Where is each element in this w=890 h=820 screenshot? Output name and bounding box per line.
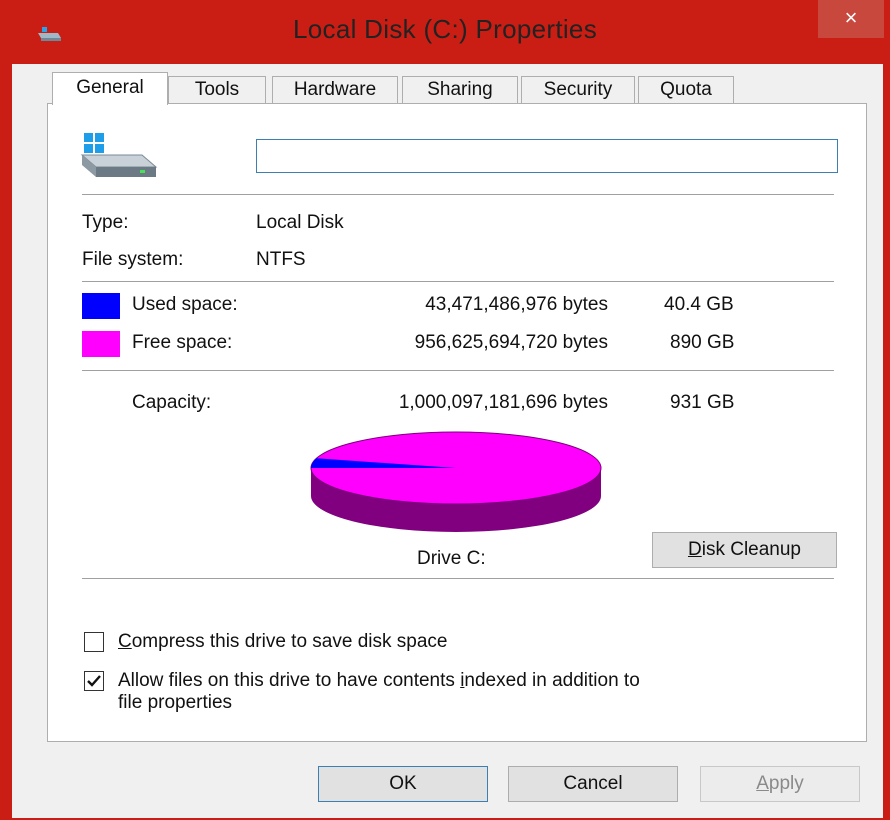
tab-security[interactable]: Security: [521, 76, 635, 104]
close-button[interactable]: ×: [818, 0, 884, 38]
compress-label[interactable]: Compress this drive to save disk space: [118, 631, 447, 653]
compress-checkbox[interactable]: [84, 632, 104, 652]
index-label-after: ndexed in addition to: [464, 670, 640, 691]
free-space-bytes: 956,625,694,720 bytes: [414, 332, 608, 353]
tab-quota[interactable]: Quota: [638, 76, 734, 104]
used-space-size: 40.4 GB: [664, 294, 734, 315]
used-space-swatch: [82, 293, 120, 319]
type-value: Local Disk: [256, 212, 344, 233]
file-system-label: File system:: [82, 249, 184, 270]
capacity-size: 931 GB: [670, 392, 735, 413]
separator: [82, 194, 834, 195]
free-space-label: Free space:: [132, 332, 233, 353]
apply-label: pply: [768, 773, 804, 794]
capacity-label: Capacity:: [132, 392, 212, 413]
drive-caption: Drive C:: [417, 548, 486, 569]
separator: [82, 578, 834, 579]
tab-general[interactable]: General: [52, 72, 168, 105]
checkmark-icon: [87, 675, 101, 687]
type-label: Type:: [82, 212, 129, 233]
compress-mnemonic: C: [118, 631, 132, 652]
tab-tools[interactable]: Tools: [168, 76, 266, 104]
disk-cleanup-button[interactable]: Disk Cleanup: [652, 532, 837, 568]
windows-drive-icon: [80, 131, 158, 188]
cancel-button[interactable]: Cancel: [508, 766, 678, 802]
title-bar[interactable]: Local Disk (C:) Properties ×: [0, 0, 890, 65]
compress-label-text: ompress this drive to save disk space: [131, 631, 448, 652]
volume-label-input[interactable]: [256, 139, 838, 173]
apply-mnemonic: A: [756, 773, 769, 794]
separator: [82, 370, 834, 371]
index-label-line2: file properties: [118, 692, 233, 713]
close-icon: ×: [844, 5, 858, 30]
tab-hardware[interactable]: Hardware: [272, 76, 398, 104]
file-system-value: NTFS: [256, 249, 306, 270]
tab-sharing[interactable]: Sharing: [402, 76, 518, 104]
apply-button[interactable]: Apply: [700, 766, 860, 802]
used-space-label: Used space:: [132, 294, 238, 315]
capacity-bytes: 1,000,097,181,696 bytes: [398, 392, 608, 413]
disk-usage-pie-chart: [310, 431, 602, 532]
used-space-bytes: 43,471,486,976 bytes: [425, 294, 608, 315]
window-title: Local Disk (C:) Properties: [293, 14, 597, 44]
disk-cleanup-label: isk Cleanup: [701, 539, 801, 560]
index-checkbox[interactable]: [84, 671, 104, 691]
separator: [82, 281, 834, 282]
index-label-before: Allow files on this drive to have conten…: [118, 670, 461, 691]
free-space-size: 890 GB: [670, 332, 735, 353]
disk-cleanup-mnemonic: D: [687, 539, 702, 560]
free-space-swatch: [82, 331, 120, 357]
index-label[interactable]: Allow files on this drive to have conten…: [118, 670, 640, 714]
ok-button[interactable]: OK: [318, 766, 488, 802]
properties-window: Local Disk (C:) Properties × General Too…: [0, 0, 890, 820]
